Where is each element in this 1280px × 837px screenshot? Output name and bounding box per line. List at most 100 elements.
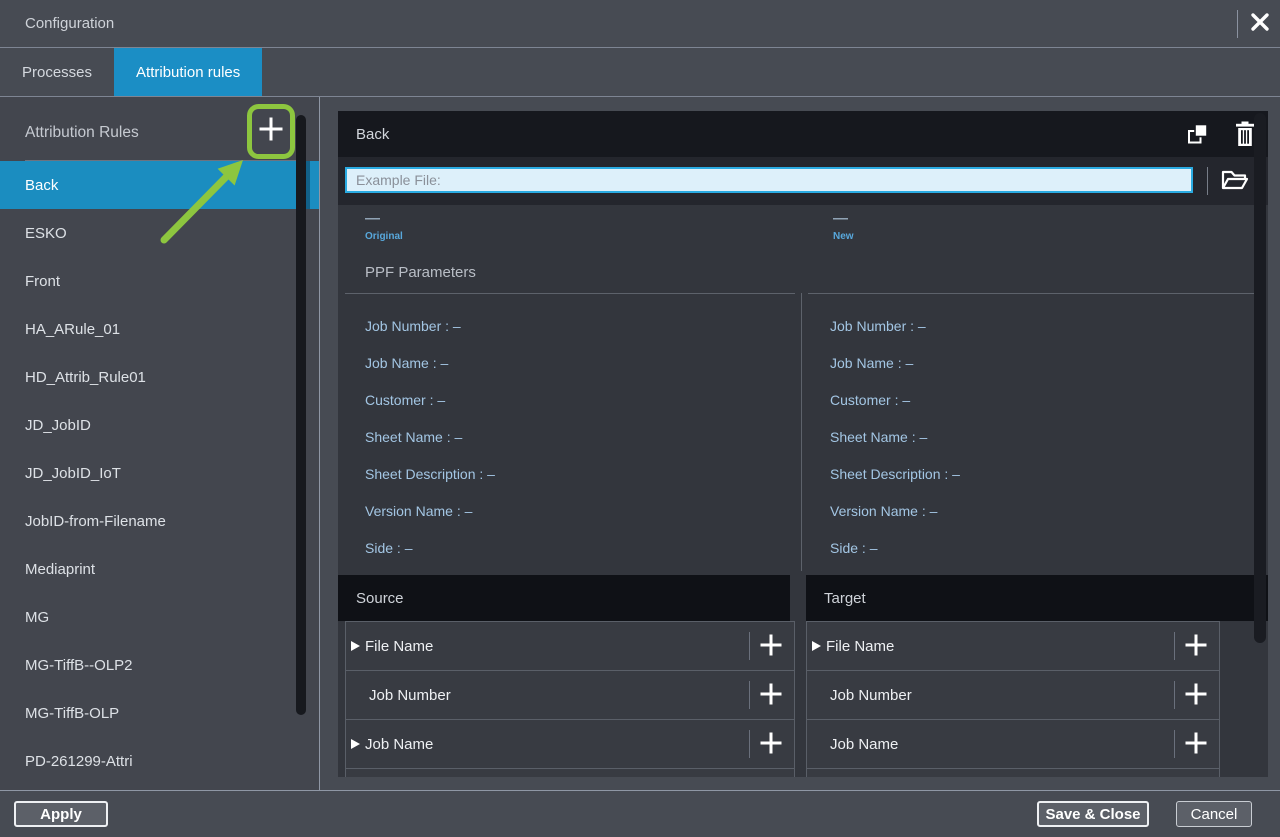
- sidebar-item-label: ESKO: [25, 225, 67, 242]
- sidebar-item-mg[interactable]: MG: [0, 593, 320, 641]
- example-file-row: [338, 157, 1268, 205]
- add-source-job-name-button[interactable]: [755, 728, 787, 760]
- new-file-indicator: — New: [833, 210, 854, 242]
- ppf-original-column: Job Number : –Job Name : –Customer : –Sh…: [365, 308, 785, 567]
- sidebar-scrollbar[interactable]: [296, 115, 306, 715]
- tab-attribution-rules[interactable]: Attribution rules: [114, 48, 262, 96]
- ppf-divider-left: [345, 293, 795, 294]
- sidebar-item-label: PD-261299-Attri: [25, 753, 133, 770]
- source-row-partial: [346, 769, 794, 777]
- expander-triangle-icon[interactable]: [812, 641, 821, 651]
- add-target-job-number-button[interactable]: [1180, 679, 1212, 711]
- add-source-job-number-button[interactable]: [755, 679, 787, 711]
- ppf-param-version-name: Version Name : –: [365, 493, 785, 530]
- rule-editor-panel: Back: [338, 111, 1268, 777]
- ppf-column-divider: [801, 293, 802, 571]
- ppf-parameters-title: PPF Parameters: [365, 264, 476, 281]
- ppf-param-job-name: Job Name : –: [365, 345, 785, 382]
- close-button[interactable]: [1246, 10, 1274, 38]
- sidebar-item-label: MG-TiffB-OLP: [25, 705, 119, 722]
- plus-icon: [759, 682, 783, 709]
- sidebar-item-mediaprint[interactable]: Mediaprint: [0, 545, 320, 593]
- sidebar-item-label: Mediaprint: [25, 561, 95, 578]
- sidebar-item-esko[interactable]: ESKO: [0, 209, 320, 257]
- sidebar-item-jobid-from-filename[interactable]: JobID-from-Filename: [0, 497, 320, 545]
- configuration-dialog: Configuration Processes Attribution rule…: [0, 0, 1280, 837]
- sidebar-item-hd-attrib-rule01[interactable]: HD_Attrib_Rule01: [0, 353, 320, 401]
- expander-triangle-icon[interactable]: [351, 641, 360, 651]
- source-row-file-name[interactable]: File Name: [346, 622, 794, 671]
- open-folder-icon: [1219, 181, 1249, 198]
- sidebar-item-label: Front: [25, 273, 60, 290]
- example-file-input[interactable]: [345, 167, 1193, 193]
- add-target-file-name-button[interactable]: [1180, 630, 1212, 662]
- sidebar-item-front[interactable]: Front: [0, 257, 320, 305]
- sidebar-item-pd-261299-attri[interactable]: PD-261299-Attri: [0, 737, 320, 785]
- ppf-param-sheet-description: Sheet Description : –: [365, 456, 785, 493]
- row-label: Job Number: [830, 687, 912, 704]
- rules-list: Back ESKO Front HA_ARule_01 HD_Attrib_Rule01…: [0, 161, 320, 785]
- row-label: File Name: [365, 638, 433, 655]
- dialog-title: Configuration: [25, 15, 114, 32]
- plus-icon: [257, 115, 285, 146]
- panel-scrollbar[interactable]: [1254, 113, 1266, 643]
- footer-bar: Apply Save & Close Cancel: [0, 790, 1280, 837]
- browse-file-button[interactable]: [1219, 166, 1249, 196]
- delete-rule-button[interactable]: [1235, 121, 1255, 147]
- ppf-param-sheet-name: Sheet Name : –: [365, 419, 785, 456]
- row-label: Job Name: [830, 736, 898, 753]
- source-header-label: Source: [356, 590, 404, 607]
- rule-panel-title: Back: [356, 126, 389, 143]
- target-row-job-name[interactable]: Job Name: [807, 720, 1219, 769]
- tab-processes[interactable]: Processes: [0, 48, 114, 96]
- sidebar-item-back[interactable]: Back: [0, 161, 320, 209]
- sidebar-item-label: JobID-from-Filename: [25, 513, 166, 530]
- row-label: Job Number: [369, 687, 451, 704]
- target-header-label: Target: [824, 590, 866, 607]
- target-row-file-name[interactable]: File Name: [807, 622, 1219, 671]
- plus-icon: [1184, 731, 1208, 758]
- sidebar-item-jd-jobid-iot[interactable]: JD_JobID_IoT: [0, 449, 320, 497]
- trash-icon: [1235, 134, 1255, 151]
- sidebar-item-jd-jobid[interactable]: JD_JobID: [0, 401, 320, 449]
- add-target-job-name-button[interactable]: [1180, 728, 1212, 760]
- sidebar-header: Attribution Rules: [25, 124, 139, 142]
- source-row-job-number[interactable]: Job Number: [346, 671, 794, 720]
- sidebar-item-label: JD_JobID_IoT: [25, 465, 121, 482]
- tab-bar: Processes Attribution rules: [0, 48, 1280, 97]
- sidebar-item-mg-tiffb-olp[interactable]: MG-TiffB-OLP: [0, 689, 320, 737]
- save-close-button[interactable]: Save & Close: [1037, 801, 1149, 827]
- attribution-rules-sidebar: Attribution Rules Back ESKO Front HA_ARule_…: [0, 97, 320, 790]
- sidebar-item-label: MG: [25, 609, 49, 626]
- row-divider: [1174, 632, 1175, 660]
- sidebar-item-label: HA_ARule_01: [25, 321, 120, 338]
- plus-icon: [759, 633, 783, 660]
- sidebar-item-label: JD_JobID: [25, 417, 91, 434]
- duplicate-rule-button[interactable]: [1186, 122, 1210, 146]
- plus-icon: [1184, 633, 1208, 660]
- row-label: File Name: [826, 638, 894, 655]
- target-row-job-number[interactable]: Job Number: [807, 671, 1219, 720]
- input-divider: [1207, 167, 1208, 195]
- add-source-file-name-button[interactable]: [755, 630, 787, 662]
- apply-button[interactable]: Apply: [14, 801, 108, 827]
- source-row-job-name[interactable]: Job Name: [346, 720, 794, 769]
- ppf-param-side: Side : –: [365, 530, 785, 567]
- sidebar-item-ha-arule-01[interactable]: HA_ARule_01: [0, 305, 320, 353]
- row-divider: [749, 681, 750, 709]
- new-label: New: [833, 231, 854, 242]
- close-icon: [1249, 11, 1271, 38]
- sidebar-item-label: MG-TiffB--OLP2: [25, 657, 133, 674]
- expander-triangle-icon[interactable]: [351, 739, 360, 749]
- copy-icon: [1186, 133, 1210, 150]
- ppf-param-job-name: Job Name : –: [830, 345, 1250, 382]
- cancel-button[interactable]: Cancel: [1176, 801, 1252, 827]
- add-rule-button[interactable]: [250, 105, 292, 155]
- ppf-divider-right: [808, 293, 1261, 294]
- sidebar-item-mg-tiffb-olp2[interactable]: MG-TiffB--OLP2: [0, 641, 320, 689]
- ppf-param-customer: Customer : –: [365, 382, 785, 419]
- original-value: —: [365, 210, 403, 228]
- ppf-param-sheet-name: Sheet Name : –: [830, 419, 1250, 456]
- target-section-header: Target: [806, 575, 1268, 621]
- ppf-param-job-number: Job Number : –: [365, 308, 785, 345]
